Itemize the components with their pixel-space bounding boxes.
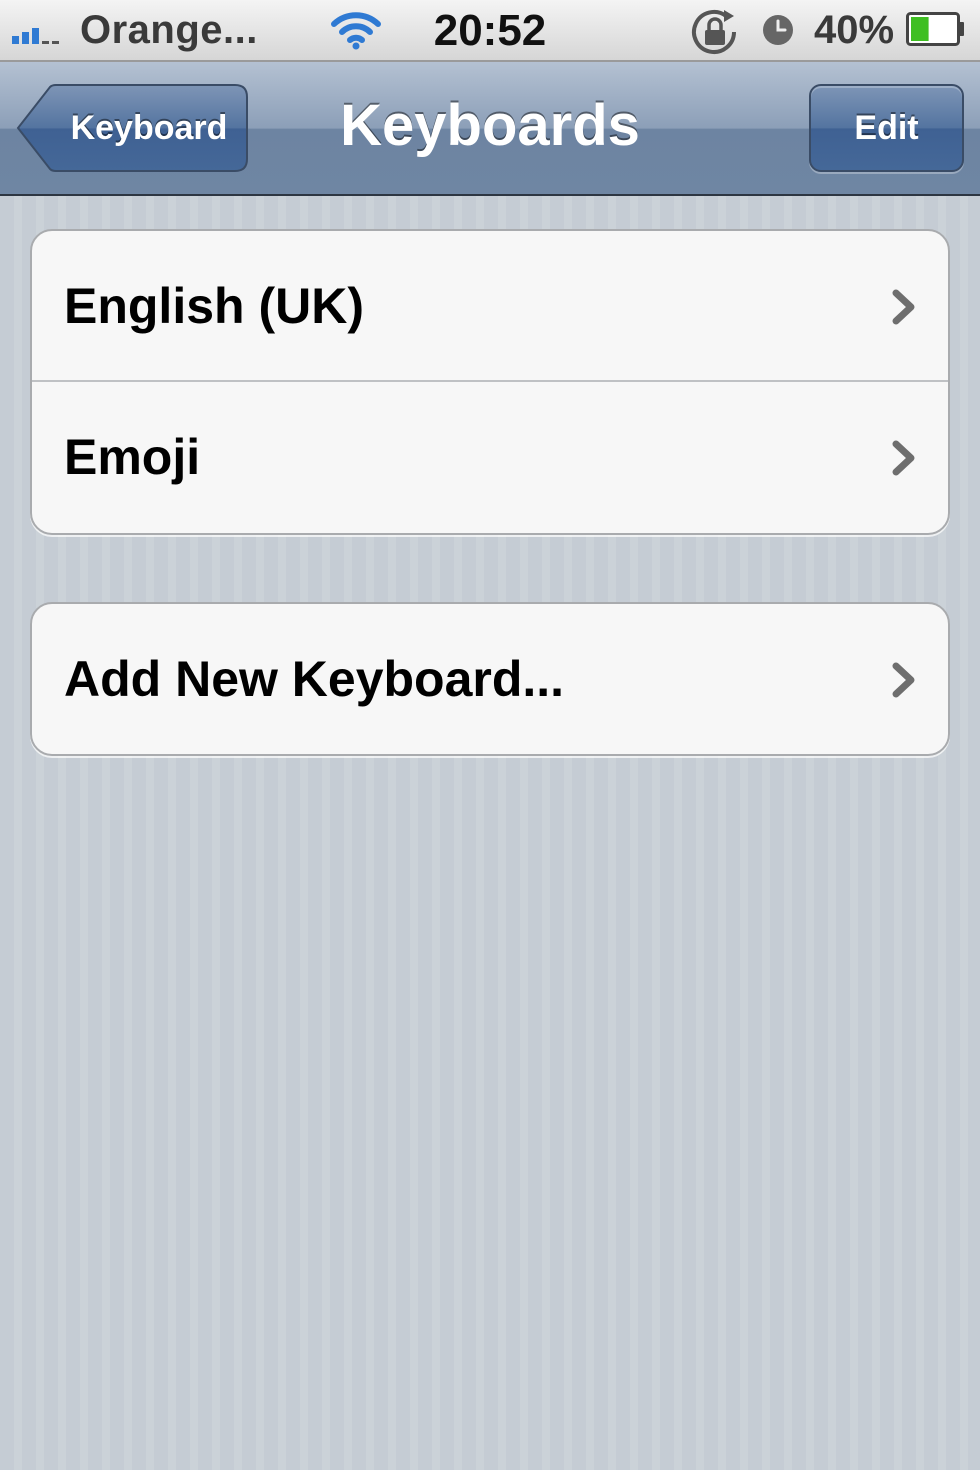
- add-new-keyboard-row[interactable]: Add New Keyboard...: [32, 604, 948, 754]
- page-title: Keyboards: [340, 93, 640, 158]
- keyboard-row-english-uk[interactable]: English (UK): [32, 231, 948, 382]
- status-bar: Orange... 20:52 40%: [0, 0, 980, 62]
- back-button-label: Keyboard: [70, 109, 228, 147]
- settings-screen: Orange... 20:52 40% Keyboard Keyboards E…: [0, 0, 980, 1470]
- keyboard-label: Emoji: [64, 429, 201, 485]
- keyboard-label: English (UK): [64, 278, 364, 334]
- chevron-right-icon: [892, 440, 915, 476]
- add-keyboard-group: Add New Keyboard...: [30, 602, 950, 756]
- edit-button[interactable]: Edit: [809, 84, 964, 172]
- chevron-right-icon: [892, 662, 915, 698]
- keyboard-row-emoji[interactable]: Emoji: [32, 382, 948, 533]
- battery-percentage: 40%: [814, 8, 895, 52]
- back-button[interactable]: Keyboard: [16, 84, 248, 172]
- battery-icon: [906, 12, 964, 46]
- chevron-right-icon: [892, 289, 915, 325]
- alarm-clock-icon: [763, 15, 793, 45]
- battery-fill: [911, 17, 929, 41]
- add-keyboard-label: Add New Keyboard...: [64, 651, 565, 707]
- keyboards-list: English (UK) Emoji: [30, 229, 950, 535]
- rotation-lock-icon: [692, 10, 736, 54]
- navigation-bar: Keyboard Keyboards Edit: [0, 62, 980, 196]
